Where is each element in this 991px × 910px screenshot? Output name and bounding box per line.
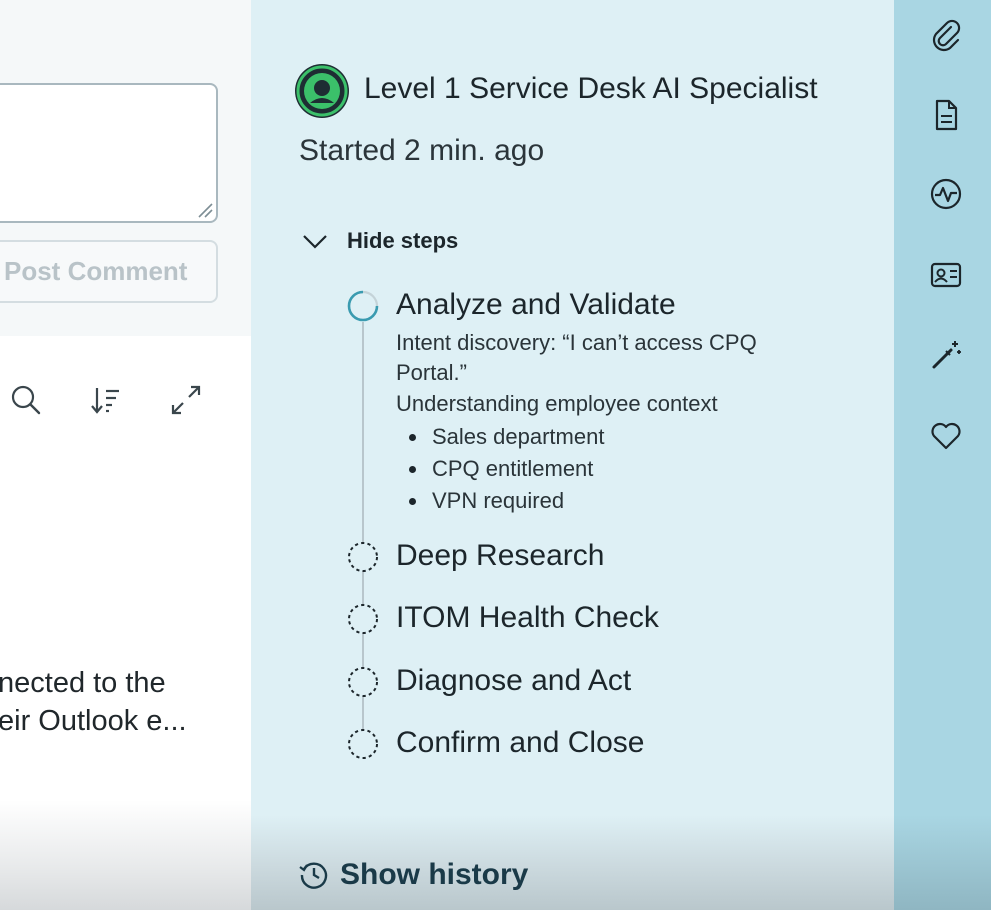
right-icon-rail xyxy=(894,0,991,910)
post-comment-button[interactable]: Post Comment xyxy=(0,240,218,303)
document-icon[interactable] xyxy=(929,98,963,132)
show-history-label: Show history xyxy=(340,858,529,891)
agent-title: Level 1 Service Desk AI Specialist xyxy=(364,72,818,105)
step-detail-context: Understanding employee context xyxy=(396,391,718,416)
step-detail-intent: Intent discovery: “I can’t access CPQ Po… xyxy=(396,330,757,385)
resize-grip-icon[interactable] xyxy=(195,200,213,218)
step-label-deep-research: Deep Research xyxy=(396,539,605,572)
list-item: VPN required xyxy=(409,485,604,517)
step-label-confirm: Confirm and Close xyxy=(396,726,645,759)
step-label-analyze: Analyze and Validate xyxy=(396,288,676,321)
expand-icon[interactable] xyxy=(168,382,204,418)
paperclip-icon[interactable] xyxy=(929,18,963,52)
sort-icon[interactable] xyxy=(88,382,124,418)
search-icon[interactable] xyxy=(8,382,44,418)
record-description-snippet: nected to the eir Outlook e... xyxy=(0,664,251,740)
step-pending-icon xyxy=(348,604,378,634)
step-label-diagnose: Diagnose and Act xyxy=(396,664,632,697)
record-panel: Post Comment nected to the eir Outlook e… xyxy=(0,0,251,910)
hide-steps-toggle[interactable]: Hide steps xyxy=(301,227,458,255)
snippet-line: nected to the xyxy=(0,667,166,699)
show-history-button[interactable]: Show history xyxy=(298,858,528,892)
agent-avatar-icon xyxy=(295,64,349,118)
hide-steps-label: Hide steps xyxy=(347,228,459,253)
step-in-progress-icon xyxy=(347,290,379,322)
heart-icon[interactable] xyxy=(929,419,963,453)
comment-textarea[interactable] xyxy=(0,83,218,223)
step-pending-icon xyxy=(348,542,378,572)
rail-bottom-fade xyxy=(894,815,991,910)
list-item: Sales department xyxy=(409,421,604,453)
magic-wand-icon[interactable] xyxy=(929,338,963,372)
chevron-down-icon xyxy=(303,235,327,249)
context-bullets: Sales department CPQ entitlement VPN req… xyxy=(409,421,604,517)
left-bottom-fade xyxy=(0,800,251,910)
history-icon xyxy=(299,862,328,889)
snippet-line: eir Outlook e... xyxy=(0,705,187,737)
step-pending-icon xyxy=(348,729,378,759)
contact-card-icon[interactable] xyxy=(929,258,963,292)
ai-agent-panel: Level 1 Service Desk AI Specialist Start… xyxy=(251,0,894,910)
list-item: CPQ entitlement xyxy=(409,453,604,485)
agent-started-time: Started 2 min. ago xyxy=(299,134,545,167)
step-pending-icon xyxy=(348,667,378,697)
activity-icon[interactable] xyxy=(929,177,963,211)
step-label-itom-health-check: ITOM Health Check xyxy=(396,601,659,634)
